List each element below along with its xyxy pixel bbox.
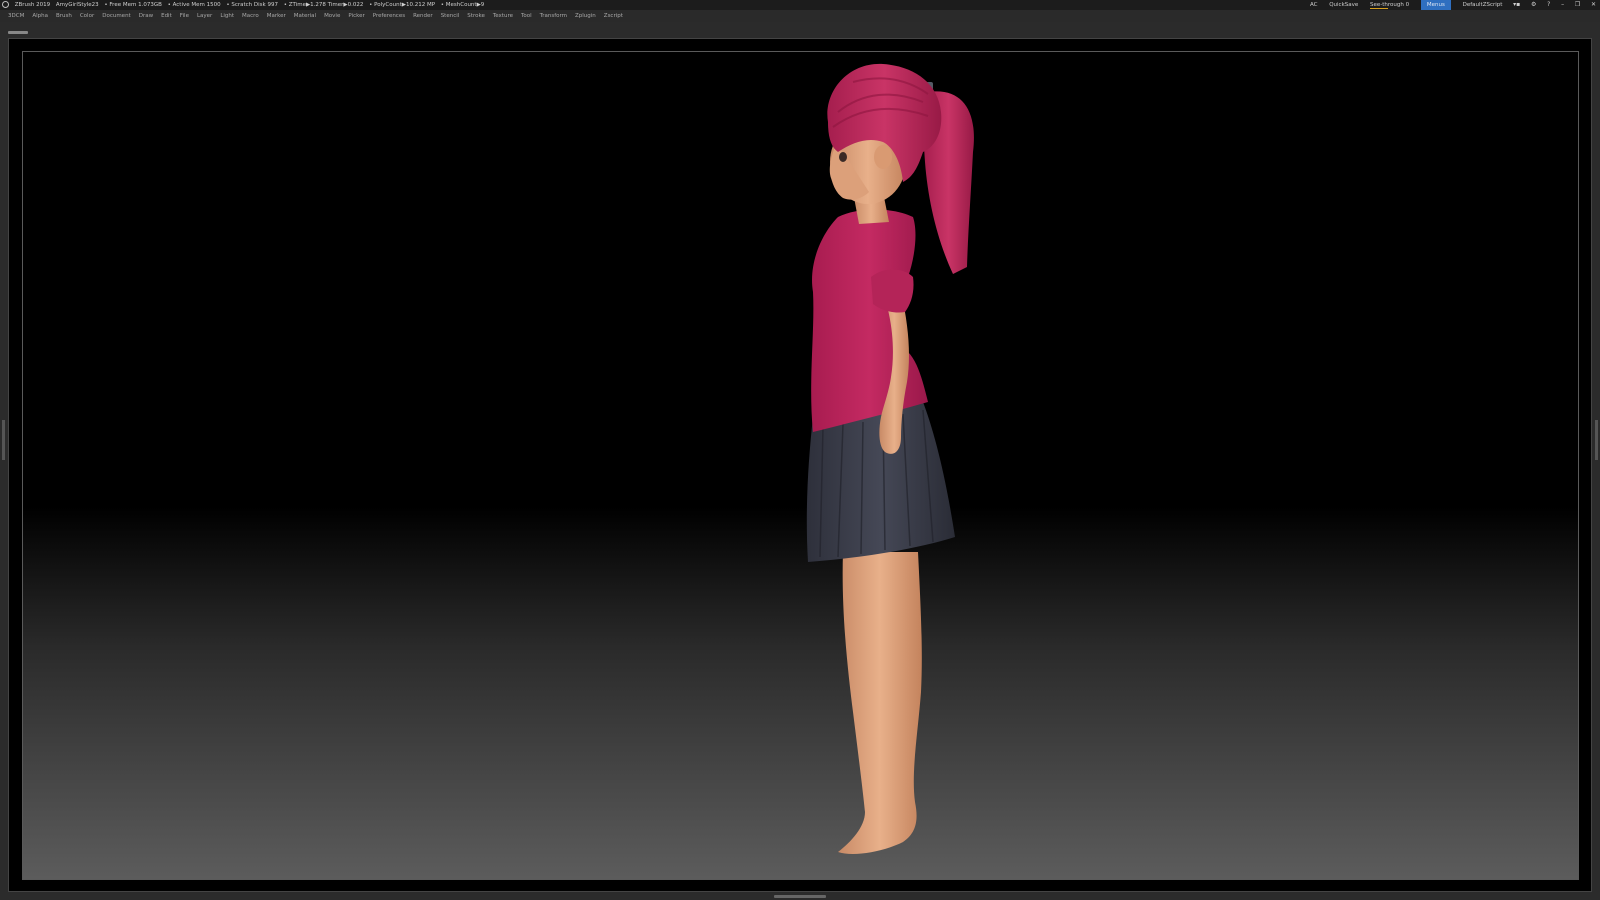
- left-tray-handle[interactable]: [2, 420, 5, 460]
- minimize-icon[interactable]: –: [1561, 0, 1564, 10]
- menu-item-preferences[interactable]: Preferences: [373, 10, 405, 22]
- ear: [874, 145, 892, 169]
- meshcount-readout: • MeshCount▶9: [440, 2, 485, 8]
- eye: [839, 152, 847, 162]
- ztime-readout: • ZTime▶1.278 Timer▶0.022: [283, 2, 364, 8]
- menu-bar: 3DCM Alpha Brush Color Document Draw Edit File L…: [0, 10, 1600, 22]
- menu-item-transform[interactable]: Transform: [540, 10, 567, 22]
- project-name: AmyGirlStyle23: [55, 2, 99, 8]
- free-mem-readout: • Free Mem 1.073GB: [104, 2, 162, 8]
- menu-item-draw[interactable]: Draw: [139, 10, 153, 22]
- right-tray-handle[interactable]: [1595, 420, 1598, 460]
- menu-item-marker[interactable]: Marker: [267, 10, 286, 22]
- sleeve: [871, 269, 914, 313]
- zbrush-logo-icon: [2, 1, 9, 8]
- polycount-readout: • PolyCount▶10.212 MP: [369, 2, 436, 8]
- menu-item-macro[interactable]: Macro: [242, 10, 259, 22]
- settings-icon[interactable]: ⚙: [1531, 0, 1536, 10]
- menu-item-material[interactable]: Material: [294, 10, 316, 22]
- quicksave-button[interactable]: QuickSave: [1329, 0, 1358, 10]
- menu-items: 3DCM Alpha Brush Color Document Draw Edit File L…: [8, 10, 631, 22]
- menu-item-zplugin[interactable]: Zplugin: [575, 10, 596, 22]
- active-mem-readout: • Active Mem 1500: [167, 2, 221, 8]
- menu-item-light[interactable]: Light: [220, 10, 234, 22]
- menu-item-texture[interactable]: Texture: [493, 10, 513, 22]
- menu-item-picker[interactable]: Picker: [348, 10, 364, 22]
- menu-item-layer[interactable]: Layer: [197, 10, 212, 22]
- default-zscript-button[interactable]: DefaultZScript: [1463, 0, 1503, 10]
- character-model[interactable]: [23, 52, 1579, 880]
- menu-item-3dcm[interactable]: 3DCM: [8, 10, 24, 22]
- title-bar: ZBrush 2019 AmyGirlStyle23 • Free Mem 1.…: [0, 0, 1600, 10]
- menu-item-document[interactable]: Document: [102, 10, 131, 22]
- document-frame: [8, 38, 1592, 892]
- menu-item-file[interactable]: File: [180, 10, 189, 22]
- close-icon[interactable]: ✕: [1591, 0, 1596, 10]
- menu-item-tool[interactable]: Tool: [521, 10, 532, 22]
- menu-item-stroke[interactable]: Stroke: [467, 10, 485, 22]
- layout-icon[interactable]: ▾▪: [1513, 0, 1520, 10]
- viewport-canvas[interactable]: [22, 51, 1579, 880]
- menus-button[interactable]: Menus: [1420, 0, 1451, 10]
- see-through-slider[interactable]: See-through 0: [1370, 0, 1409, 10]
- menu-item-edit[interactable]: Edit: [161, 10, 172, 22]
- menu-item-render[interactable]: Render: [413, 10, 433, 22]
- restore-icon[interactable]: ❐: [1575, 0, 1580, 10]
- see-through-bar: [1370, 8, 1389, 9]
- menu-item-stencil[interactable]: Stencil: [441, 10, 460, 22]
- menu-item-zscript[interactable]: Zscript: [604, 10, 623, 22]
- help-icon[interactable]: ?: [1547, 0, 1550, 10]
- leg: [838, 552, 922, 854]
- menu-item-alpha[interactable]: Alpha: [32, 10, 48, 22]
- bottom-tray-handle[interactable]: [774, 895, 826, 898]
- menu-item-movie[interactable]: Movie: [324, 10, 340, 22]
- scratch-disk-readout: • Scratch Disk 997: [226, 2, 278, 8]
- menu-item-color[interactable]: Color: [80, 10, 94, 22]
- shirt: [811, 209, 928, 432]
- menu-item-brush[interactable]: Brush: [56, 10, 72, 22]
- top-shelf-handle[interactable]: [8, 31, 28, 34]
- app-title: ZBrush 2019: [14, 2, 51, 8]
- ac-button[interactable]: AC: [1310, 0, 1318, 10]
